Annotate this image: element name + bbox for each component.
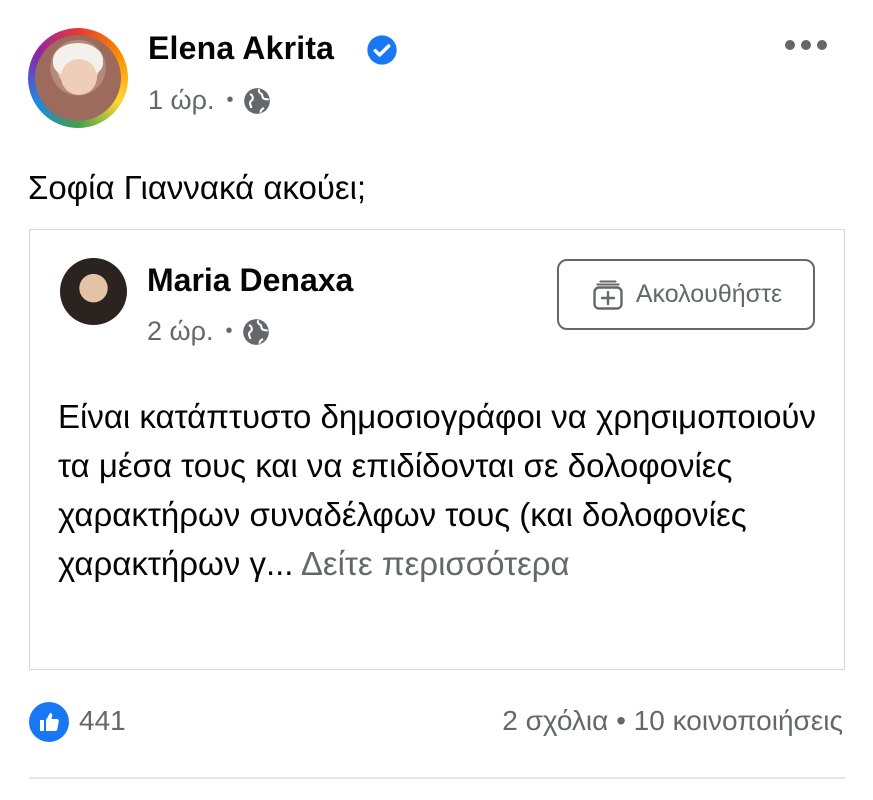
follow-icon [593,279,623,310]
more-options-icon[interactable] [785,40,827,50]
verified-badge-icon [367,35,397,65]
comments-shares-stats[interactable]: 2 σχόλια • 10 κοινοποιήσεις [502,705,843,737]
shared-meta-separator: • [225,320,233,342]
post-author-name[interactable]: Elena Akrita [148,30,334,67]
globe-icon[interactable] [242,318,270,346]
divider [29,777,845,779]
post-time[interactable]: 1 ώρ. [148,85,214,116]
globe-icon[interactable] [243,87,271,115]
post-text: Σοφία Γιαννακά ακούει; [28,169,367,206]
shared-post-text: Είναι κατάπτυστο δημοσιογράφοι να χρησιμ… [58,392,828,588]
post-meta: 1 ώρ. • [148,85,271,116]
follow-button[interactable]: Ακολουθήστε [557,259,815,330]
shared-post-meta: 2 ώρ. • [147,316,270,347]
shared-post-time[interactable]: 2 ώρ. [147,316,213,347]
like-icon[interactable] [29,702,69,742]
see-more-link[interactable]: Δείτε περισσότερα [301,545,570,582]
meta-separator: • [226,89,234,111]
author-avatar[interactable] [28,28,128,128]
shared-author-name[interactable]: Maria Denaxa [147,262,353,299]
like-count[interactable]: 441 [79,705,126,737]
follow-button-label: Ακολουθήστε [635,280,783,308]
shared-post-card[interactable]: Maria Denaxa 2 ώρ. • Ακολουθήστε Είναι κ… [29,229,845,670]
shared-author-avatar[interactable] [60,258,127,325]
